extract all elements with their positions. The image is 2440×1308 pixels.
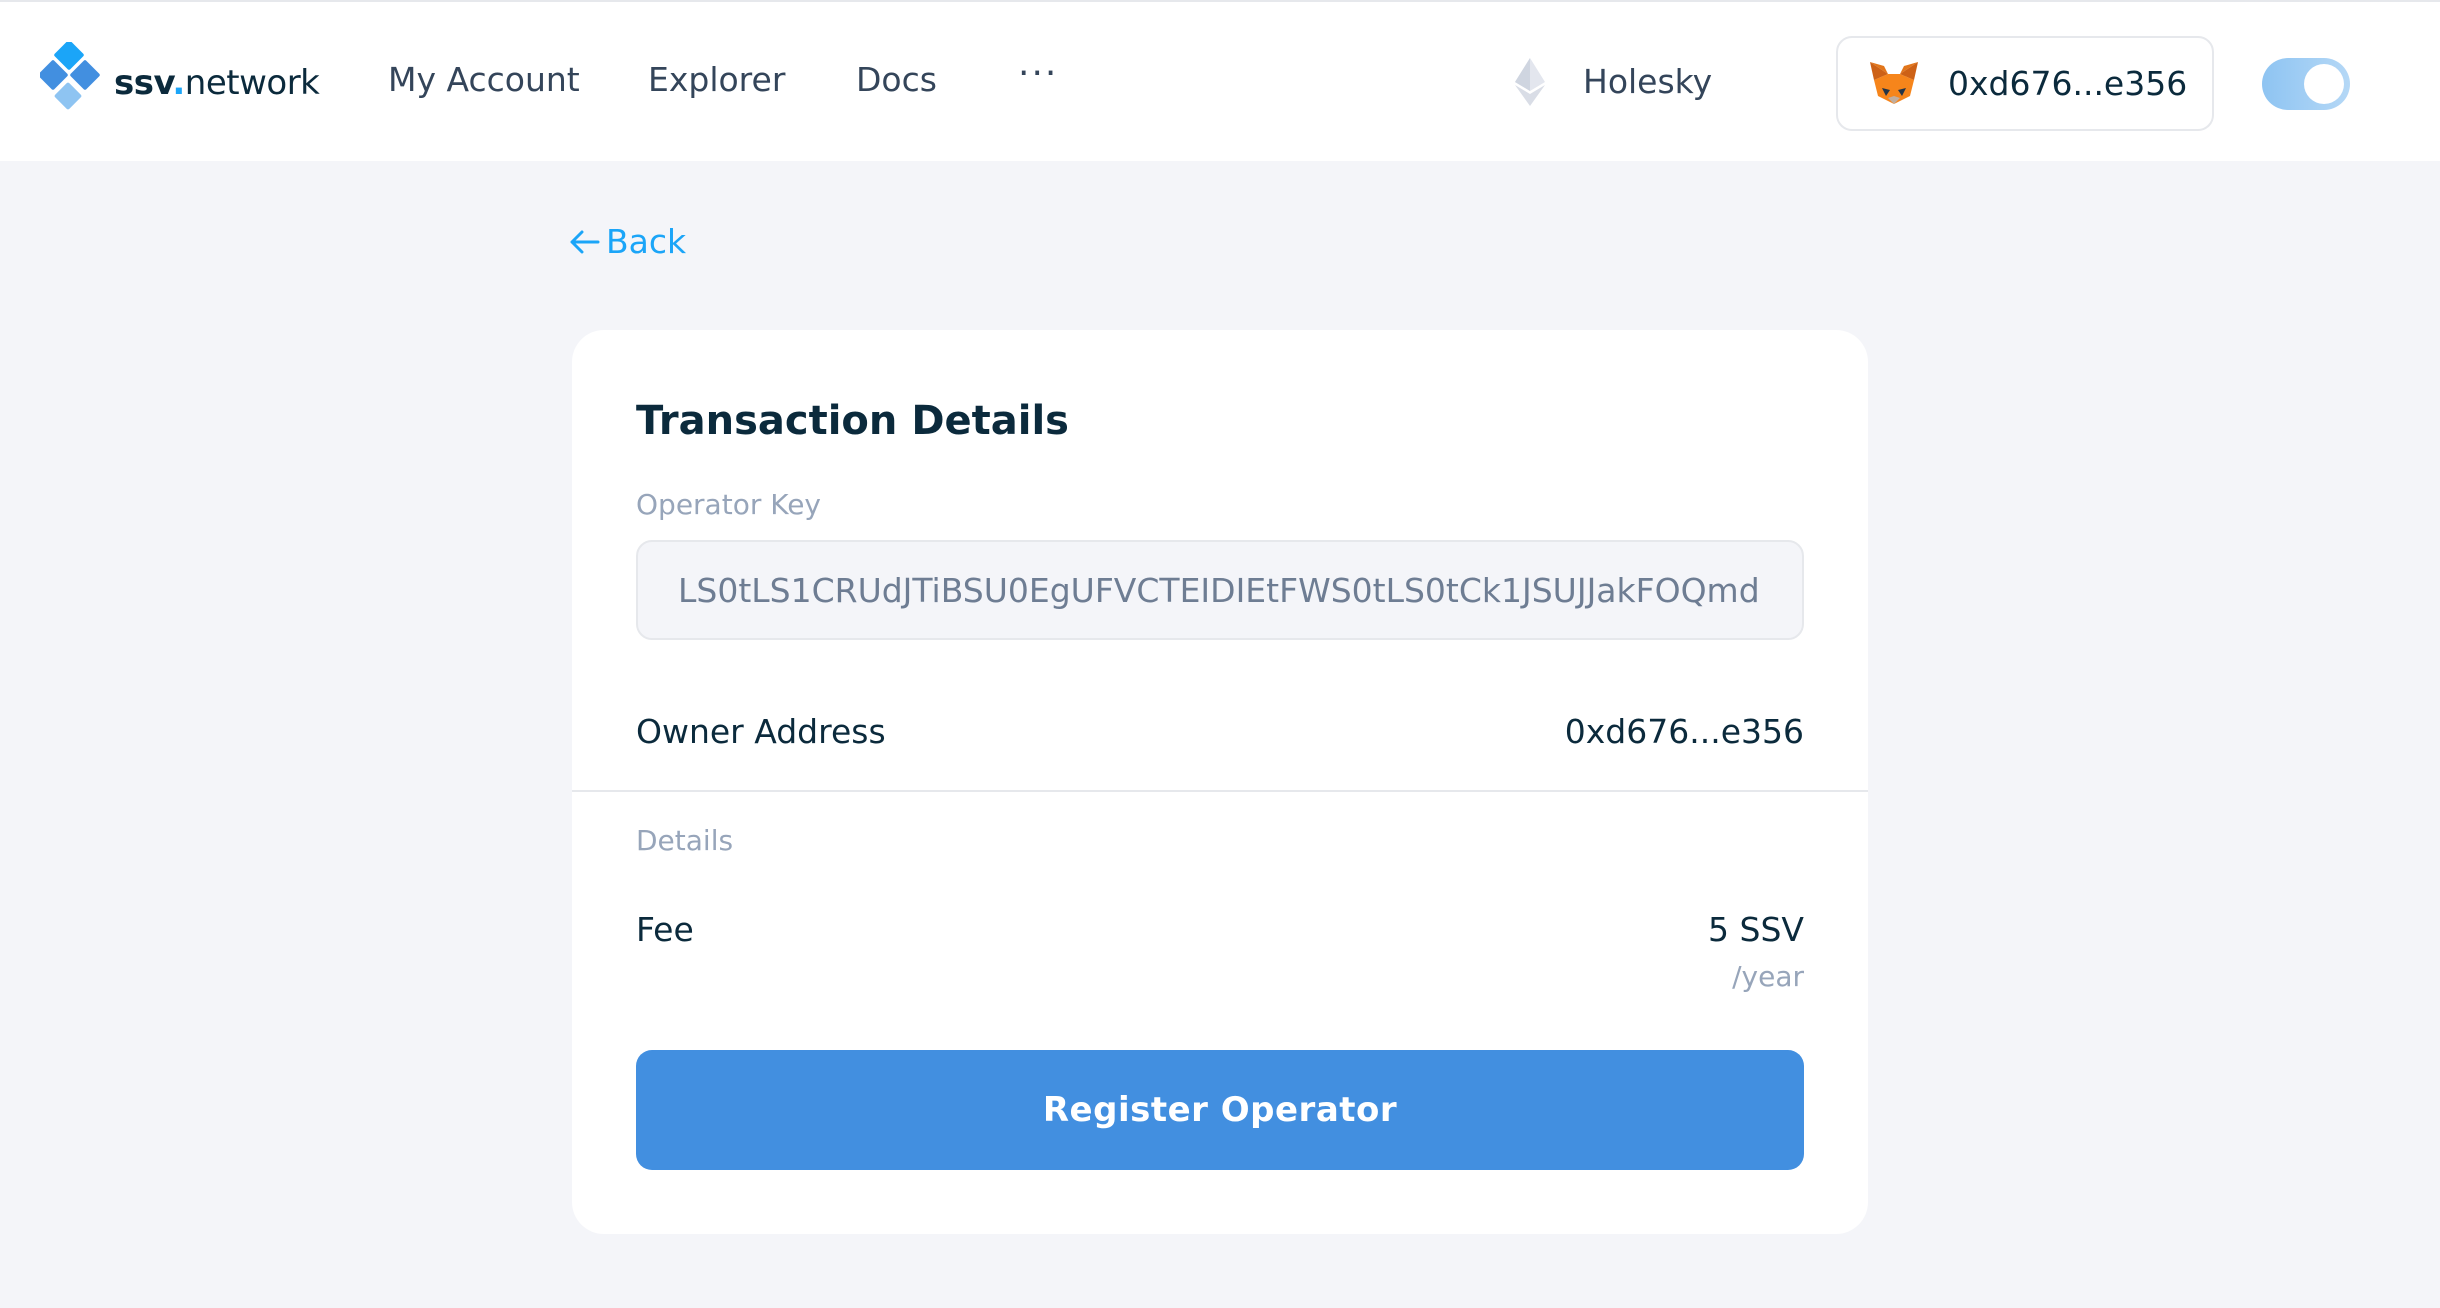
nav-docs[interactable]: Docs (856, 60, 937, 100)
ethereum-icon (1515, 58, 1545, 106)
top-navbar: ssv.network My Account Explorer Docs ···… (0, 0, 2440, 161)
arrow-left-icon (570, 230, 600, 253)
network-selector[interactable]: Holesky (1515, 58, 1712, 106)
card-title: Transaction Details (636, 398, 1069, 444)
owner-address-value: 0xd676...e356 (1564, 712, 1804, 751)
operator-key-field[interactable] (636, 540, 1804, 640)
theme-toggle[interactable] (2262, 58, 2350, 110)
fee-period: /year (1732, 960, 1804, 993)
logo-wordmark: ssv.network (114, 63, 320, 103)
ssv-diamond-logo-icon (40, 42, 100, 110)
register-operator-button[interactable]: Register Operator (636, 1050, 1804, 1170)
transaction-details-card: Transaction Details Operator Key Owner A… (572, 330, 1868, 1234)
ssv-logo[interactable]: ssv.network (40, 42, 320, 124)
section-divider (572, 790, 1868, 792)
owner-address-label: Owner Address (636, 712, 886, 751)
back-label: Back (606, 222, 687, 261)
details-label: Details (636, 824, 734, 857)
nav-explorer[interactable]: Explorer (648, 60, 785, 100)
fee-label: Fee (636, 910, 694, 949)
fee-value: 5 SSV (1708, 910, 1804, 949)
metamask-fox-icon (1870, 61, 1918, 104)
toggle-knob (2304, 64, 2344, 104)
nav-my-account[interactable]: My Account (388, 60, 580, 100)
operator-key-input[interactable] (678, 570, 1762, 610)
operator-key-label: Operator Key (636, 488, 821, 521)
wallet-button[interactable]: 0xd676...e356 (1836, 36, 2214, 131)
network-name: Holesky (1583, 62, 1713, 101)
back-link[interactable]: Back (570, 222, 686, 261)
more-menu-icon[interactable]: ··· (1018, 54, 1058, 94)
wallet-address: 0xd676...e356 (1948, 64, 2188, 103)
